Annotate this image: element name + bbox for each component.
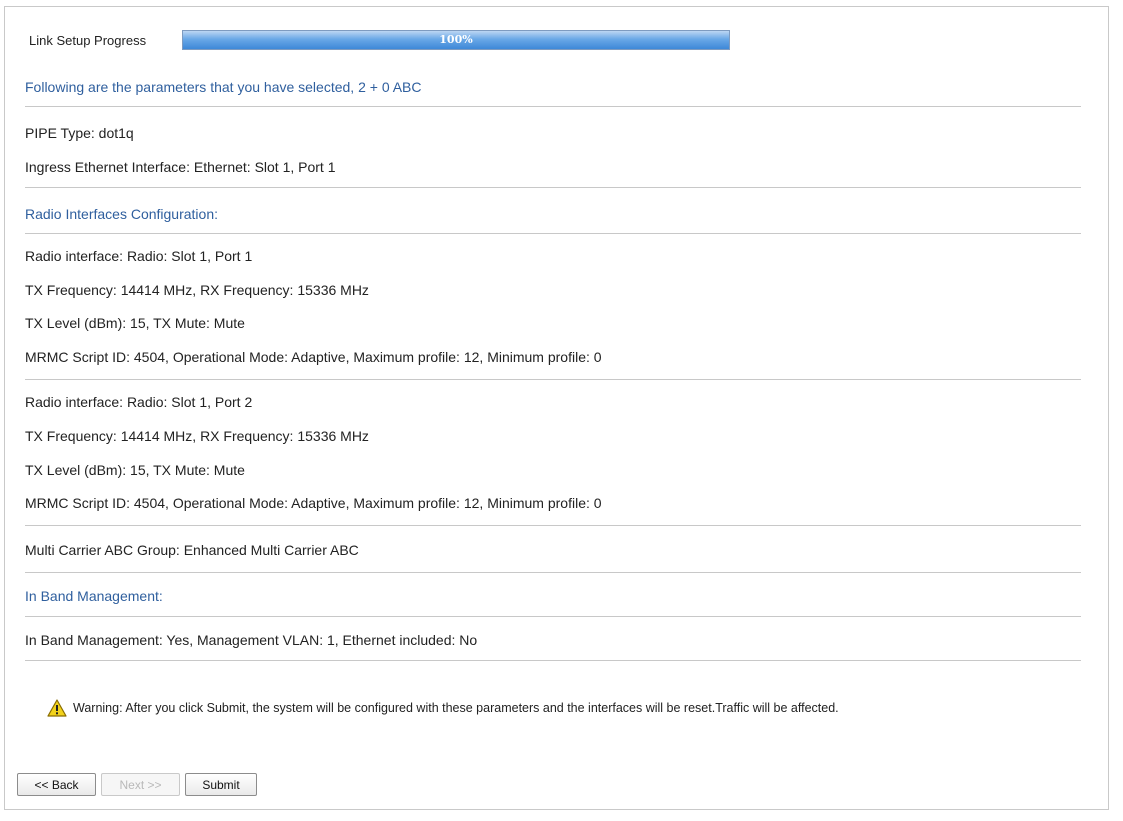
- submit-button[interactable]: Submit: [185, 773, 257, 796]
- next-button[interactable]: Next >>: [101, 773, 180, 796]
- divider: [25, 525, 1081, 526]
- warning-text: Warning: After you click Submit, the sys…: [73, 701, 839, 715]
- inband-heading: In Band Management:: [25, 588, 163, 604]
- back-button[interactable]: << Back: [17, 773, 96, 796]
- radio1-level: TX Level (dBm): 15, TX Mute: Mute: [25, 315, 245, 331]
- radio1-mrmc: MRMC Script ID: 4504, Operational Mode: …: [25, 349, 602, 365]
- divider: [25, 106, 1081, 107]
- radio2-frequency: TX Frequency: 14414 MHz, RX Frequency: 1…: [25, 428, 369, 444]
- divider: [25, 187, 1081, 188]
- warning-triangle-icon: [47, 699, 67, 717]
- divider: [25, 660, 1081, 661]
- radio2-level: TX Level (dBm): 15, TX Mute: Mute: [25, 462, 245, 478]
- radio2-interface: Radio interface: Radio: Slot 1, Port 2: [25, 394, 253, 410]
- progress-row: Link Setup Progress 100%: [29, 29, 730, 51]
- progress-label: Link Setup Progress: [29, 32, 147, 48]
- warning-message: Warning: After you click Submit, the sys…: [47, 699, 839, 717]
- ingress-interface: Ingress Ethernet Interface: Ethernet: Sl…: [25, 159, 336, 175]
- progress-value: 100%: [439, 33, 473, 46]
- progress-bar: 100%: [182, 30, 730, 50]
- divider: [25, 572, 1081, 573]
- radio1-interface: Radio interface: Radio: Slot 1, Port 1: [25, 248, 253, 264]
- radio2-mrmc: MRMC Script ID: 4504, Operational Mode: …: [25, 495, 602, 511]
- divider: [25, 616, 1081, 617]
- divider: [25, 233, 1081, 234]
- radio1-frequency: TX Frequency: 14414 MHz, RX Frequency: 1…: [25, 282, 369, 298]
- wizard-panel: Link Setup Progress 100% Following are t…: [4, 6, 1109, 810]
- pipe-type: PIPE Type: dot1q: [25, 125, 134, 141]
- divider: [25, 379, 1081, 380]
- multi-carrier-group: Multi Carrier ABC Group: Enhanced Multi …: [25, 542, 359, 558]
- radio-heading: Radio Interfaces Configuration:: [25, 206, 218, 222]
- summary-heading: Following are the parameters that you ha…: [25, 79, 422, 95]
- inband-management: In Band Management: Yes, Management VLAN…: [25, 632, 478, 648]
